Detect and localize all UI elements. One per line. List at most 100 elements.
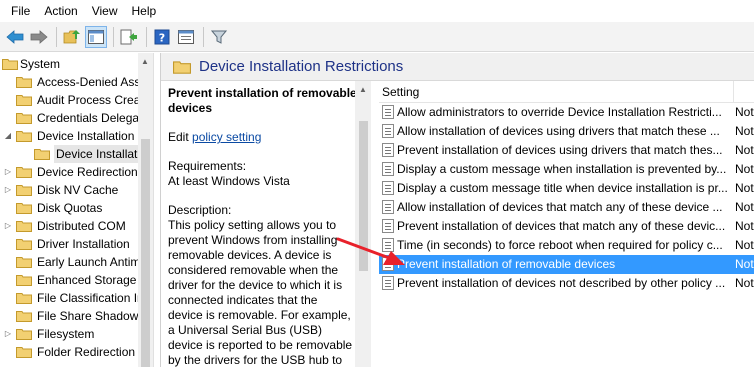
list-item[interactable]: Allow administrators to override Device … — [379, 103, 754, 122]
folder-icon — [16, 113, 32, 124]
setting-name: Display a custom message title when devi… — [397, 181, 727, 195]
setting-name: Prevent installation of devices not desc… — [397, 276, 726, 290]
tree-item-device-redirection[interactable]: ▷ Device Redirection — [0, 163, 138, 181]
tree-item-label: Device Installation — [37, 129, 135, 143]
tree-item-distributed-com[interactable]: ▷ Distributed COM — [0, 217, 138, 235]
help-button[interactable]: ? — [151, 26, 173, 48]
tree-item-device-installation-restrictions[interactable]: Device Installati — [0, 145, 138, 163]
show-hide-tree-button[interactable] — [85, 25, 107, 48]
list-item[interactable]: Prevent installation of devices not desc… — [379, 274, 754, 293]
list-item[interactable]: Allow installation of devices using driv… — [379, 122, 754, 141]
tree-item-label: System — [20, 57, 61, 71]
setting-name: Prevent installation of removable device… — [397, 257, 616, 271]
help-icon: ? — [154, 29, 170, 44]
tree-item-audit-process[interactable]: Audit Process Creat — [0, 91, 138, 109]
scrollbar-thumb[interactable] — [141, 139, 150, 367]
tree-item-label: Device Redirection — [37, 165, 138, 179]
description-text: This policy setting allows you to preven… — [168, 218, 353, 367]
setting-name: Prevent installation of devices that mat… — [397, 219, 726, 233]
folder-icon — [16, 77, 32, 88]
setting-state: Not — [735, 181, 754, 195]
menu-action[interactable]: Action — [37, 0, 84, 22]
policy-setting-icon — [382, 219, 394, 233]
tree-item-label: Device Installati — [54, 145, 138, 163]
setting-state: Not — [735, 162, 754, 176]
properties-button[interactable] — [175, 26, 197, 48]
tree-item-credentials-delegation[interactable]: Credentials Delegat — [0, 109, 138, 127]
list-item[interactable]: Prevent installation of devices that mat… — [379, 217, 754, 236]
folder-icon — [16, 95, 32, 106]
list-item[interactable]: Prevent installation of devices using dr… — [379, 141, 754, 160]
column-header-setting[interactable]: Setting — [382, 85, 419, 99]
list-item[interactable]: Allow installation of devices that match… — [379, 198, 754, 217]
tree-item-filesystem[interactable]: ▷ Filesystem — [0, 325, 138, 343]
tree-item-device-installation[interactable]: ◢ Device Installation — [0, 127, 138, 145]
policy-title: Prevent installation of removable device… — [168, 86, 357, 115]
page-title: Device Installation Restrictions — [199, 58, 404, 75]
setting-name: Allow installation of devices that match… — [397, 200, 723, 214]
tree-expander-icon[interactable]: ▷ — [4, 217, 12, 235]
folder-icon — [16, 185, 32, 196]
tree-item-label: Access-Denied Assi — [37, 75, 138, 89]
list-item[interactable]: Display a custom message when installati… — [379, 160, 754, 179]
tree-item-enhanced-storage[interactable]: Enhanced Storage A — [0, 271, 138, 289]
setting-name: Time (in seconds) to force reboot when r… — [397, 238, 723, 252]
tree-item-label: Enhanced Storage A — [37, 273, 138, 287]
tree-item-file-share-shadow[interactable]: File Share Shadow C — [0, 307, 138, 325]
tree-item-driver-installation[interactable]: Driver Installation — [0, 235, 138, 253]
extended-description-pane: Prevent installation of removable device… — [161, 81, 379, 367]
tree-item-label: Folder Redirection — [37, 345, 136, 359]
tree-item-label: File Share Shadow C — [37, 309, 138, 323]
setting-state: Not — [735, 238, 754, 252]
folder-icon — [16, 167, 32, 178]
setting-name: Display a custom message when installati… — [397, 162, 727, 176]
folder-icon — [16, 329, 32, 340]
navigation-tree: ◢ System Access-Denied Assi Audit Proces… — [0, 53, 154, 367]
policy-setting-icon — [382, 276, 394, 290]
menu-view[interactable]: View — [85, 0, 125, 22]
folder-icon — [16, 311, 32, 322]
up-level-button[interactable] — [61, 26, 83, 48]
tree-item-access-denied[interactable]: Access-Denied Assi — [0, 73, 138, 91]
svg-text:?: ? — [159, 31, 165, 44]
setting-state: Not — [735, 124, 754, 138]
tree-item-label: Driver Installation — [37, 237, 130, 251]
scroll-up-icon[interactable]: ▲ — [359, 85, 367, 94]
tree-expander-icon[interactable]: ◢ — [4, 127, 12, 145]
description-scrollbar[interactable]: ▲ — [355, 81, 371, 367]
tree-expander-icon[interactable]: ▷ — [4, 163, 12, 181]
forward-button[interactable] — [28, 26, 50, 48]
tree-expander-icon[interactable]: ▷ — [4, 181, 12, 199]
tree-item-disk-quotas[interactable]: Disk Quotas — [0, 199, 138, 217]
export-list-button[interactable] — [118, 26, 140, 48]
filter-button[interactable] — [208, 26, 230, 48]
column-divider[interactable] — [733, 81, 734, 103]
list-item[interactable]: Time (in seconds) to force reboot when r… — [379, 236, 754, 255]
policy-setting-icon — [382, 143, 394, 157]
policy-setting-link[interactable]: policy setting — [192, 130, 261, 144]
details-pane: Device Installation Restrictions Prevent… — [160, 53, 754, 367]
edit-line: Edit policy setting — [168, 130, 379, 145]
folder-icon — [173, 60, 191, 74]
folder-icon — [16, 131, 32, 142]
tree-item-early-launch[interactable]: Early Launch Antim — [0, 253, 138, 271]
tree-item-label: Disk Quotas — [37, 201, 103, 215]
tree-expander-icon[interactable]: ▷ — [4, 325, 12, 343]
folder-icon — [16, 203, 32, 214]
tree-scrollbar[interactable]: ▲ — [138, 53, 153, 367]
tree-item-system[interactable]: ◢ System — [0, 55, 138, 73]
menu-file[interactable]: File — [4, 0, 37, 22]
filter-icon — [211, 30, 227, 44]
requirements-value: At least Windows Vista — [168, 174, 290, 188]
menu-help[interactable]: Help — [125, 0, 164, 22]
scroll-up-icon[interactable]: ▲ — [141, 57, 149, 66]
policy-setting-icon — [382, 124, 394, 138]
list-item-selected[interactable]: Prevent installation of removable device… — [379, 255, 754, 274]
scrollbar-thumb[interactable] — [359, 121, 368, 271]
tree-item-file-classification[interactable]: File Classification Ir — [0, 289, 138, 307]
back-button[interactable] — [4, 26, 26, 48]
tree-item-disk-nv-cache[interactable]: ▷ Disk NV Cache — [0, 181, 138, 199]
tree-item-folder-redirection[interactable]: Folder Redirection — [0, 343, 138, 361]
details-header: Device Installation Restrictions — [161, 53, 754, 81]
list-item[interactable]: Display a custom message title when devi… — [379, 179, 754, 198]
